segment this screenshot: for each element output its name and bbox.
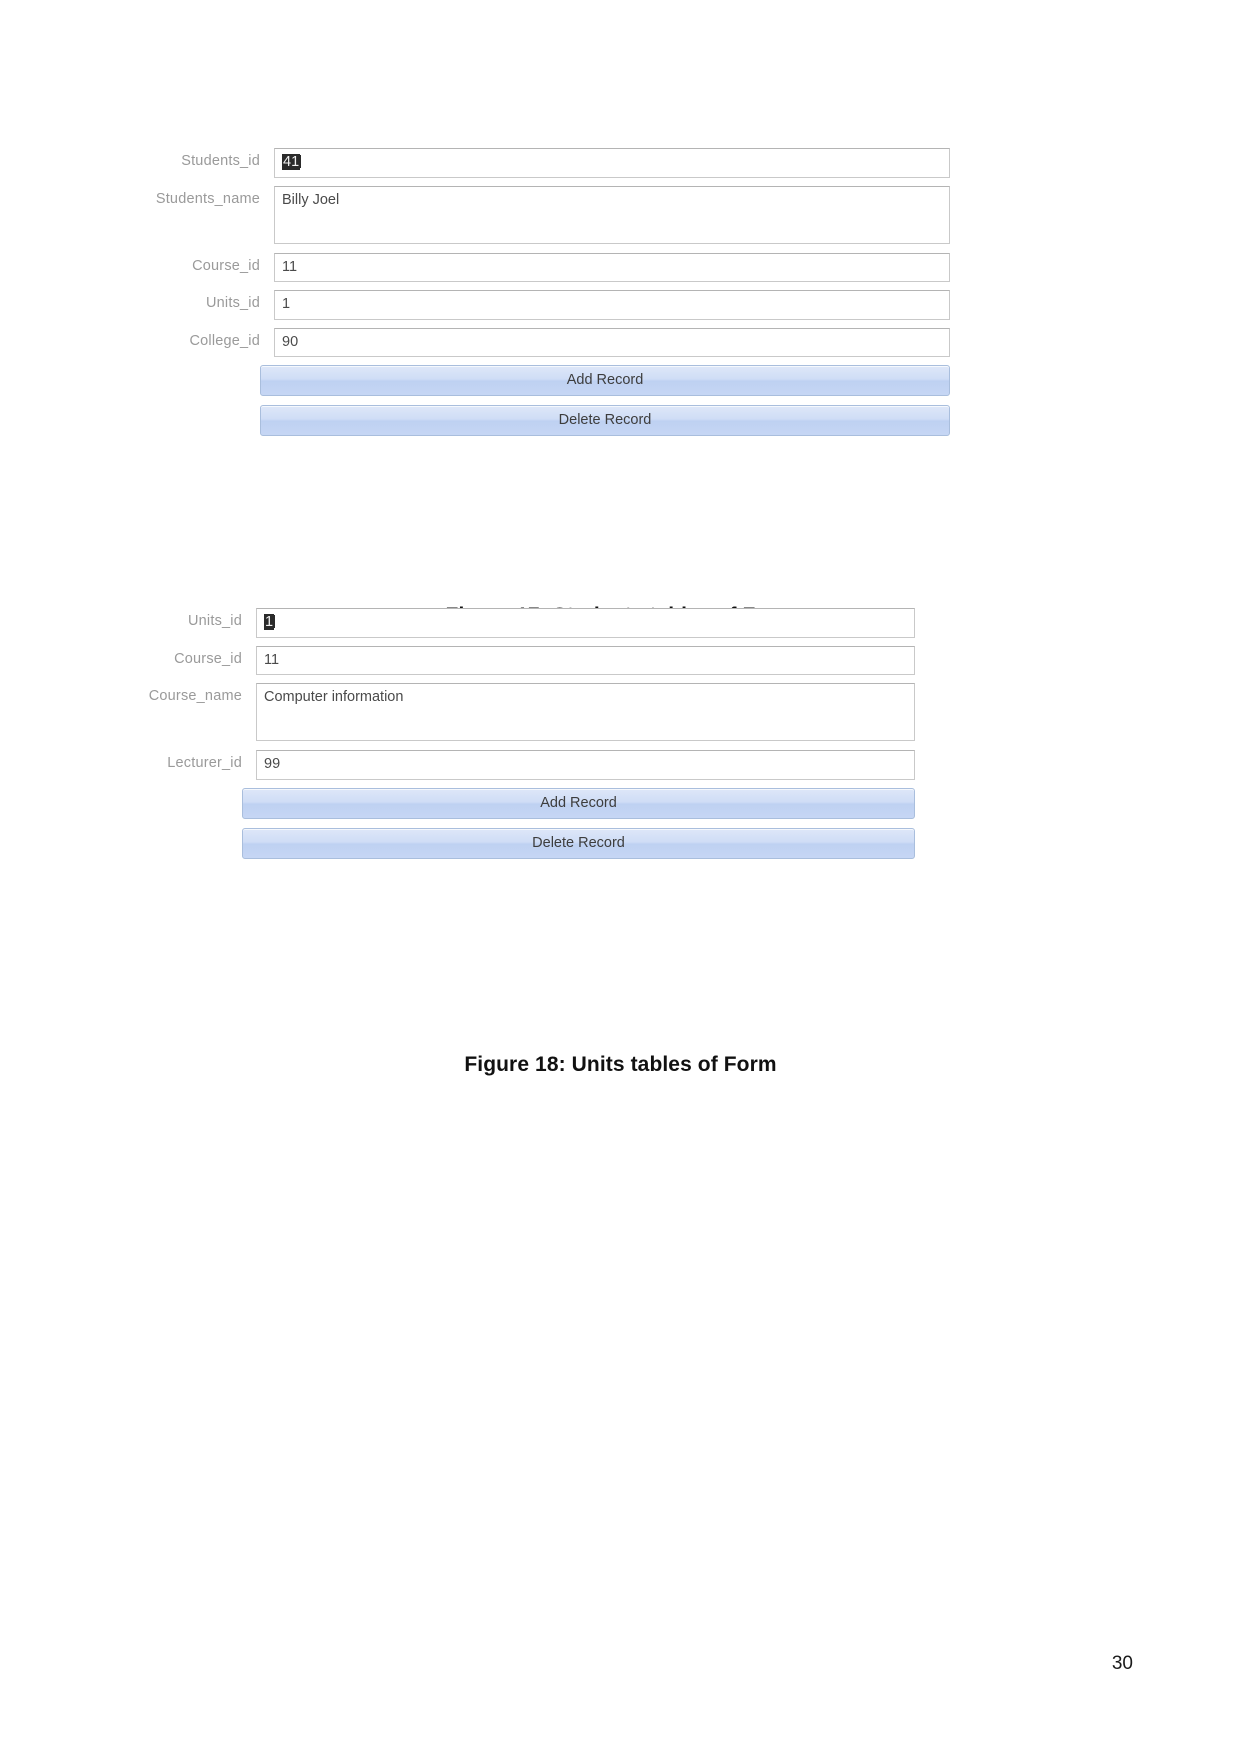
button-row-spacer [142, 405, 260, 436]
form-row-college-id: College_id 90 [142, 327, 950, 358]
form-row-course-id: Course_id 11 [142, 252, 950, 283]
input-college-id[interactable]: 90 [274, 327, 950, 358]
input-students-name-value: Billy Joel [282, 191, 340, 208]
input-units-id[interactable]: 1 [274, 290, 950, 320]
form-row-units-id: Units_id 1 [142, 290, 950, 320]
button-row-delete: Delete Record [142, 405, 950, 437]
page-number: 30 [1111, 1653, 1133, 1674]
input-lecturer-id-value: 99 [264, 756, 281, 773]
input-course-id[interactable]: 11 [274, 252, 950, 283]
form-row-units-id-2: Units_id 1 [142, 608, 915, 638]
figure-18-caption: Figure 18: Units tables of Form [464, 1053, 777, 1076]
input-course-name-value: Computer information [264, 689, 404, 706]
form-row-students-name: Students_name Billy Joel [142, 185, 950, 244]
form-row-students-id: Students_id 41 [142, 148, 950, 178]
units-form-screenshot: Units_id 1 Course_id 11 Course_name Comp… [142, 608, 915, 868]
label-units-id-2: Units_id [188, 613, 242, 629]
label-students-id: Students_id [181, 153, 260, 169]
button-row-spacer [142, 828, 242, 859]
add-record-button-2[interactable]: Add Record [242, 787, 915, 819]
button-row-add: Add Record [142, 365, 950, 397]
button-row-spacer [142, 365, 260, 396]
label-course-id: Course_id [192, 257, 260, 274]
label-students-name: Students_name [155, 190, 260, 207]
input-college-id-value: 90 [282, 333, 299, 350]
text-caret [300, 155, 302, 168]
label-college-id: College_id [189, 332, 260, 349]
input-course-name[interactable]: Computer information [256, 683, 915, 742]
button-row-delete-2: Delete Record [142, 827, 915, 859]
students-form-screenshot: Students_id 41 Students_name Billy Joel … [142, 148, 950, 446]
add-record-button[interactable]: Add Record [260, 365, 950, 397]
input-course-id-value: 11 [282, 258, 298, 275]
form-row-course-id-2: Course_id 11 [142, 645, 915, 676]
delete-record-button[interactable]: Delete Record [260, 405, 950, 437]
input-students-name[interactable]: Billy Joel [274, 185, 950, 244]
label-course-name: Course_name [148, 688, 242, 705]
label-course-id-2: Course_id [174, 650, 242, 667]
input-students-id[interactable]: 41 [274, 148, 950, 178]
input-lecturer-id[interactable]: 99 [256, 750, 915, 780]
input-course-id-2-value: 11 [264, 651, 280, 668]
input-students-id-value: 41 [282, 154, 301, 170]
label-lecturer-id: Lecturer_id [167, 755, 242, 772]
delete-record-button-2[interactable]: Delete Record [242, 827, 915, 859]
form-row-lecturer-id: Lecturer_id 99 [142, 750, 915, 780]
text-caret [274, 615, 276, 628]
button-row-spacer [142, 788, 242, 819]
input-course-id-2[interactable]: 11 [256, 645, 915, 676]
form-row-course-name: Course_name Computer information [142, 683, 915, 742]
input-units-id-2[interactable]: 1 [256, 608, 915, 638]
document-page: Students_id 41 Students_name Billy Joel … [0, 0, 1241, 1754]
label-units-id: Units_id [206, 295, 260, 312]
input-units-id-2-value: 1 [264, 614, 275, 630]
input-units-id-value: 1 [282, 296, 291, 313]
button-row-add-2: Add Record [142, 787, 915, 819]
